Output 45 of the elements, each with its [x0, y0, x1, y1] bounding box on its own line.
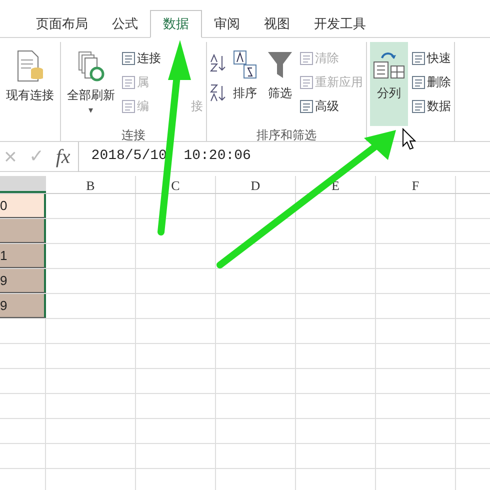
ribbon-tab[interactable]: 数据 — [150, 10, 202, 38]
insert-function-button[interactable]: fx — [56, 142, 80, 172]
tool-icon — [412, 52, 425, 64]
filter-funnel-icon — [267, 50, 293, 80]
ribbon-small-button[interactable]: 数据 — [412, 97, 451, 115]
column-header[interactable] — [0, 176, 46, 193]
table-cell: 9 — [0, 269, 46, 293]
ribbon-large-button[interactable]: 全部刷新 ▾ — [64, 42, 118, 126]
column-header[interactable]: F — [376, 176, 456, 193]
table-cell: 9 — [0, 294, 46, 318]
column-header[interactable]: C — [136, 176, 216, 193]
sort-az-icon — [233, 50, 257, 80]
ribbon-large-button[interactable]: 现有连接 — [3, 42, 57, 126]
tool-icon — [412, 100, 425, 112]
ribbon-tab[interactable]: 视图 — [252, 10, 302, 38]
ribbon-tab[interactable]: 审阅 — [202, 10, 252, 38]
ribbon-tab[interactable]: 公式 — [100, 10, 150, 38]
tool-icon — [300, 100, 313, 112]
table-cell: 1 — [0, 244, 46, 268]
ribbon-tab[interactable]: 开发工具 — [302, 10, 378, 38]
column-header[interactable]: D — [216, 176, 296, 193]
ribbon-small-button[interactable]: 连接 — [122, 49, 161, 67]
sort-descending-icon[interactable] — [210, 84, 226, 102]
tool-icon — [122, 76, 135, 88]
tool-icon — [412, 76, 425, 88]
column-header[interactable]: B — [46, 176, 136, 193]
ribbon-tab[interactable]: 页面布局 — [24, 10, 100, 38]
split-columns-icon — [373, 50, 405, 80]
tool-icon — [300, 76, 313, 88]
tool-icon — [122, 100, 135, 112]
document-database-icon — [16, 50, 44, 82]
sort-ascending-icon[interactable] — [210, 54, 226, 72]
group-label: 连接 — [122, 128, 146, 142]
ribbon-button-label: 接 — [191, 98, 203, 115]
ribbon-large-button[interactable]: 排序 — [230, 42, 260, 126]
ribbon-small-button[interactable]: 高级 — [300, 97, 339, 115]
tool-icon — [300, 52, 313, 64]
group-label: 排序和筛选 — [256, 128, 316, 142]
table-cell: 0 — [0, 194, 46, 218]
ribbon-large-button[interactable]: 筛选 — [264, 42, 296, 126]
tool-icon — [122, 52, 135, 64]
ribbon-large-button[interactable]: 分列 — [370, 42, 408, 126]
refresh-documents-icon — [77, 50, 105, 82]
ribbon-small-button[interactable]: 删除 — [412, 73, 451, 91]
ribbon-small-button[interactable]: 快速 — [412, 49, 451, 67]
